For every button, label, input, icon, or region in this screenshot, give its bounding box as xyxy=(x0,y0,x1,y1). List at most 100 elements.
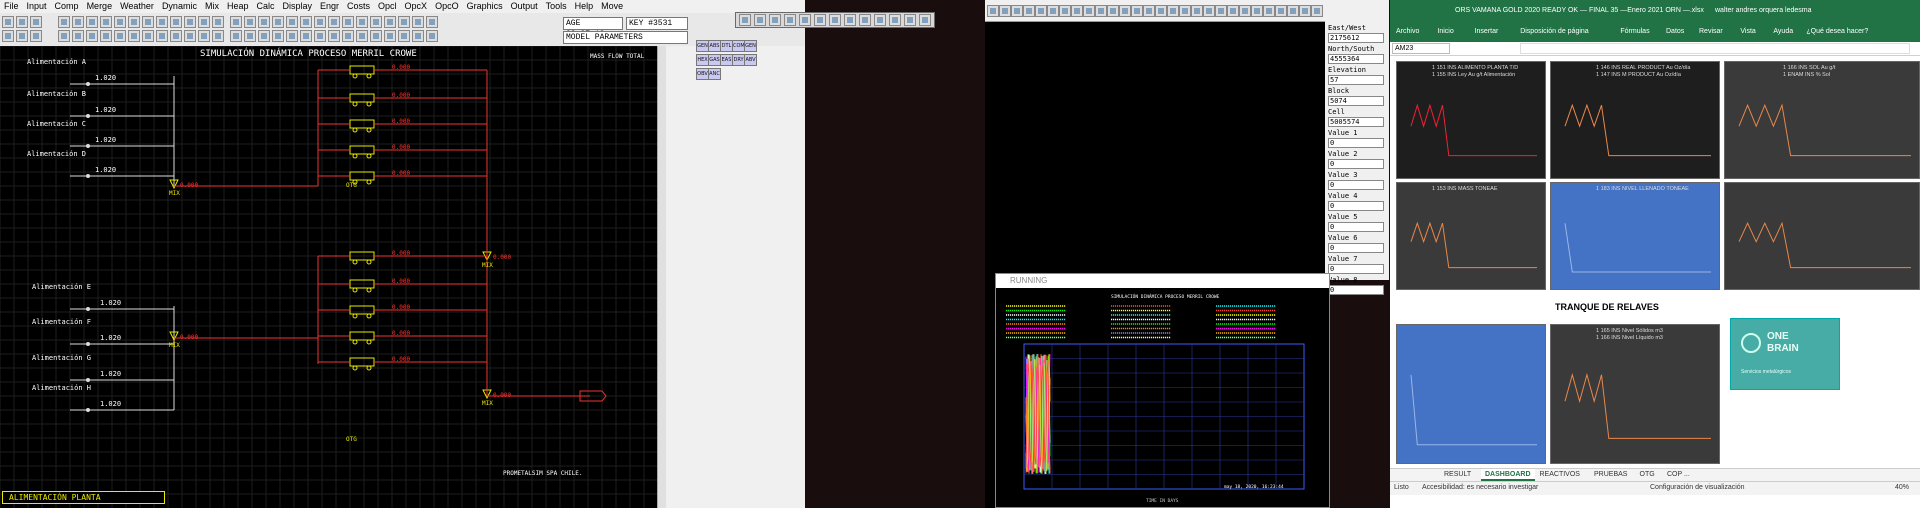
info-value[interactable]: 2175612 xyxy=(1328,33,1384,43)
menu-merge[interactable]: Merge xyxy=(83,0,117,13)
toolbar-button-49[interactable] xyxy=(398,16,410,28)
truck-icon[interactable] xyxy=(349,331,375,345)
toolbar-button-25[interactable] xyxy=(156,30,168,42)
toolbar-button-38[interactable] xyxy=(258,30,270,42)
menu-opcl[interactable]: Opcl xyxy=(374,0,401,13)
ribbon-tab-1[interactable]: Inicio xyxy=(1437,28,1453,35)
toolbar-button-5[interactable] xyxy=(30,30,42,42)
grid-tool-0[interactable] xyxy=(987,5,999,17)
grid-tool-27[interactable] xyxy=(1311,5,1323,17)
toolbar-button-1[interactable] xyxy=(16,16,28,28)
toolbar-button-6[interactable] xyxy=(58,16,70,28)
toolbar-button-2[interactable] xyxy=(30,16,42,28)
toolbar-button-57[interactable] xyxy=(370,30,382,42)
sheet-tab-pruebas[interactable]: PRUEBAS xyxy=(1590,469,1631,481)
truck-icon[interactable] xyxy=(349,93,375,107)
truck-icon[interactable] xyxy=(349,279,375,293)
toolbar-button-28[interactable] xyxy=(198,30,210,42)
menu-opcx[interactable]: OpcX xyxy=(401,0,432,13)
key-field[interactable]: KEY #3531 xyxy=(626,17,688,30)
toolbar-button-3[interactable] xyxy=(2,30,14,42)
menu-tools[interactable]: Tools xyxy=(542,0,571,13)
ribbon-tab-5[interactable]: Datos xyxy=(1666,28,1684,35)
info-value[interactable]: 5074 xyxy=(1328,96,1384,106)
float-tool-9[interactable] xyxy=(874,14,886,26)
toolbar-button-21[interactable] xyxy=(100,30,112,42)
menu-engr[interactable]: Engr xyxy=(316,0,343,13)
float-tool-6[interactable] xyxy=(829,14,841,26)
menu-calc[interactable]: Calc xyxy=(252,0,278,13)
toolbar-button-40[interactable] xyxy=(286,30,298,42)
toolbar-button-47[interactable] xyxy=(370,16,382,28)
grid-tool-15[interactable] xyxy=(1167,5,1179,17)
toolbar-button-8[interactable] xyxy=(86,16,98,28)
grid-tool-1[interactable] xyxy=(999,5,1011,17)
menu-file[interactable]: File xyxy=(0,0,23,13)
dashboard-chart-6[interactable] xyxy=(1396,324,1546,464)
menu-opco[interactable]: OpcO xyxy=(431,0,463,13)
toolbar-button-23[interactable] xyxy=(128,30,140,42)
menu-input[interactable]: Input xyxy=(23,0,51,13)
toolbar-button-33[interactable] xyxy=(272,16,284,28)
palette-gen-button[interactable]: GEN xyxy=(744,40,757,52)
dashboard-chart-2[interactable]: 1 166 INS SOL Au g/t 1 ENAM INS % Sol xyxy=(1724,61,1920,179)
truck-icon[interactable] xyxy=(349,251,375,265)
toolbar-button-10[interactable] xyxy=(114,16,126,28)
info-value[interactable]: 4555364 xyxy=(1328,54,1384,64)
grid-tool-19[interactable] xyxy=(1215,5,1227,17)
toolbar-button-20[interactable] xyxy=(86,30,98,42)
dashboard-chart-4[interactable]: 1 183 INS NIVEL LLENADO TONEAE xyxy=(1550,182,1720,290)
grid-tool-17[interactable] xyxy=(1191,5,1203,17)
toolbar-button-31[interactable] xyxy=(244,16,256,28)
info-value[interactable]: 57 xyxy=(1328,75,1384,85)
ribbon-tab-0[interactable]: Archivo xyxy=(1396,28,1419,35)
menu-display[interactable]: Display xyxy=(278,0,316,13)
toolbar-button-13[interactable] xyxy=(156,16,168,28)
ribbon-tab-4[interactable]: Fórmulas xyxy=(1620,28,1649,35)
toolbar-button-36[interactable] xyxy=(230,30,242,42)
name-box[interactable]: AM23 xyxy=(1392,43,1450,54)
float-tool-0[interactable] xyxy=(739,14,751,26)
info-value[interactable]: 5005574 xyxy=(1328,117,1384,127)
toolbar-button-24[interactable] xyxy=(142,30,154,42)
palette-anc-button[interactable]: ANC xyxy=(708,68,721,80)
grid-tool-3[interactable] xyxy=(1023,5,1035,17)
toolbar-button-50[interactable] xyxy=(412,16,424,28)
toolbar-button-39[interactable] xyxy=(272,30,284,42)
truck-icon[interactable] xyxy=(349,145,375,159)
float-tool-11[interactable] xyxy=(904,14,916,26)
toolbar-button-46[interactable] xyxy=(356,16,368,28)
grid-tool-8[interactable] xyxy=(1083,5,1095,17)
grid-tool-24[interactable] xyxy=(1275,5,1287,17)
info-value[interactable]: 0 xyxy=(1328,243,1384,253)
float-tool-10[interactable] xyxy=(889,14,901,26)
formula-input[interactable] xyxy=(1520,43,1910,54)
float-tool-8[interactable] xyxy=(859,14,871,26)
toolbar-button-0[interactable] xyxy=(2,16,14,28)
user-name[interactable]: walter andres orquera ledesma xyxy=(1715,7,1812,14)
sheet-tab-otg[interactable]: OTG xyxy=(1636,469,1659,481)
toolbar-button-11[interactable] xyxy=(128,16,140,28)
dashboard-chart-7[interactable]: 1 165 INS Nivel Sólidos m3 1 166 INS Nive… xyxy=(1550,324,1720,464)
float-tool-5[interactable] xyxy=(814,14,826,26)
menu-comp[interactable]: Comp xyxy=(51,0,83,13)
grid-tool-6[interactable] xyxy=(1059,5,1071,17)
grid-tool-13[interactable] xyxy=(1143,5,1155,17)
toolbar-button-14[interactable] xyxy=(170,16,182,28)
info-value[interactable]: 0 xyxy=(1328,159,1384,169)
grid-tool-5[interactable] xyxy=(1047,5,1059,17)
menu-output[interactable]: Output xyxy=(507,0,542,13)
toolbar-button-34[interactable] xyxy=(286,16,298,28)
toolbar-button-55[interactable] xyxy=(342,30,354,42)
dashboard-chart-1[interactable]: 1 146 INS REAL PRODUCT Au Oz/día 1 147 IN… xyxy=(1550,61,1720,179)
grid-tool-23[interactable] xyxy=(1263,5,1275,17)
toolbar-button-29[interactable] xyxy=(212,30,224,42)
palette-abv-button[interactable]: ABV xyxy=(744,54,757,66)
info-value[interactable]: 0 xyxy=(1328,222,1384,232)
sheet-tab-reactivos[interactable]: REACTIVOS xyxy=(1536,469,1584,481)
toolbar-button-7[interactable] xyxy=(72,16,84,28)
toolbar-button-16[interactable] xyxy=(198,16,210,28)
process-flowsheet-canvas[interactable]: SIMULACIÓN DINÁMICA PROCESO MERRIL CROWE… xyxy=(0,46,657,508)
float-tool-1[interactable] xyxy=(754,14,766,26)
toolbar-button-42[interactable] xyxy=(300,16,312,28)
